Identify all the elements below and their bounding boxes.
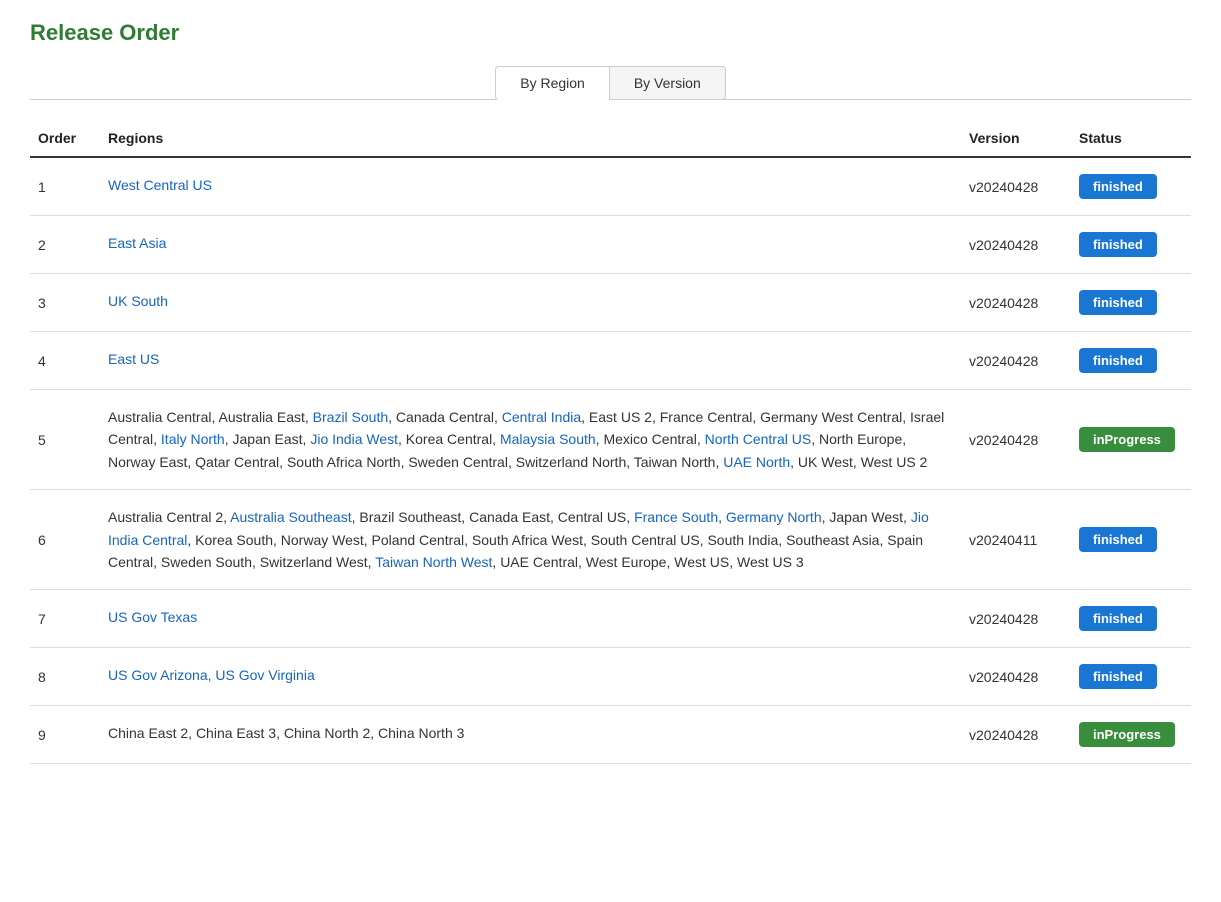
cell-status: finished [1071, 274, 1191, 332]
status-badge: finished [1079, 606, 1157, 631]
table-row: 1 West Central US v20240428 finished [30, 157, 1191, 216]
region-link[interactable]: US Gov Arizona [108, 667, 208, 683]
region-link[interactable]: West Central US [108, 177, 212, 193]
status-badge: finished [1079, 232, 1157, 257]
cell-version: v20240428 [961, 648, 1071, 706]
cell-order: 3 [30, 274, 100, 332]
table-row: 7 US Gov Texas v20240428 finished [30, 590, 1191, 648]
table-row: 9China East 2, China East 3, China North… [30, 706, 1191, 764]
cell-status: inProgress [1071, 706, 1191, 764]
cell-regions: UK South [100, 274, 961, 332]
cell-order: 2 [30, 216, 100, 274]
cell-version: v20240411 [961, 490, 1071, 590]
status-badge: inProgress [1079, 427, 1175, 452]
page-title: Release Order [30, 20, 1191, 46]
cell-version: v20240428 [961, 390, 1071, 490]
cell-order: 9 [30, 706, 100, 764]
tab-by-version[interactable]: By Version [609, 66, 726, 100]
table-row: 5Australia Central, Australia East, Braz… [30, 390, 1191, 490]
cell-order: 4 [30, 332, 100, 390]
cell-status: inProgress [1071, 390, 1191, 490]
region-link[interactable]: , US Gov Virginia [208, 667, 315, 683]
cell-regions: Australia Central 2, Australia Southeast… [100, 490, 961, 590]
cell-version: v20240428 [961, 332, 1071, 390]
cell-status: finished [1071, 490, 1191, 590]
cell-status: finished [1071, 590, 1191, 648]
table-row: 2 East Asia v20240428 finished [30, 216, 1191, 274]
status-badge: finished [1079, 290, 1157, 315]
release-order-table: Order Regions Version Status 1 West Centr… [30, 120, 1191, 764]
col-regions: Regions [100, 120, 961, 157]
cell-regions: US Gov Texas [100, 590, 961, 648]
tab-by-region[interactable]: By Region [495, 66, 609, 100]
cell-version: v20240428 [961, 706, 1071, 764]
cell-status: finished [1071, 216, 1191, 274]
region-link[interactable]: UK South [108, 293, 168, 309]
region-link[interactable]: East US [108, 351, 159, 367]
cell-version: v20240428 [961, 590, 1071, 648]
cell-version: v20240428 [961, 216, 1071, 274]
col-status: Status [1071, 120, 1191, 157]
cell-regions: US Gov Arizona, US Gov Virginia [100, 648, 961, 706]
tabs-container: By Region By Version [30, 66, 1191, 100]
cell-status: finished [1071, 332, 1191, 390]
cell-order: 7 [30, 590, 100, 648]
cell-status: finished [1071, 157, 1191, 216]
cell-regions: China East 2, China East 3, China North … [100, 706, 961, 764]
cell-regions: East US [100, 332, 961, 390]
status-badge: finished [1079, 348, 1157, 373]
table-row: 3 UK South v20240428 finished [30, 274, 1191, 332]
cell-status: finished [1071, 648, 1191, 706]
status-badge: finished [1079, 527, 1157, 552]
cell-version: v20240428 [961, 157, 1071, 216]
cell-regions: East Asia [100, 216, 961, 274]
status-badge: finished [1079, 174, 1157, 199]
table-row: 8US Gov Arizona, US Gov Virginiav2024042… [30, 648, 1191, 706]
status-badge: finished [1079, 664, 1157, 689]
cell-order: 6 [30, 490, 100, 590]
cell-order: 5 [30, 390, 100, 490]
cell-version: v20240428 [961, 274, 1071, 332]
col-order: Order [30, 120, 100, 157]
cell-order: 1 [30, 157, 100, 216]
col-version: Version [961, 120, 1071, 157]
table-row: 4 East US v20240428 finished [30, 332, 1191, 390]
region-link[interactable]: East Asia [108, 235, 166, 251]
cell-regions: Australia Central, Australia East, Brazi… [100, 390, 961, 490]
status-badge: inProgress [1079, 722, 1175, 747]
cell-regions: West Central US [100, 157, 961, 216]
region-link[interactable]: US Gov Texas [108, 609, 197, 625]
table-row: 6Australia Central 2, Australia Southeas… [30, 490, 1191, 590]
cell-order: 8 [30, 648, 100, 706]
table-header-row: Order Regions Version Status [30, 120, 1191, 157]
